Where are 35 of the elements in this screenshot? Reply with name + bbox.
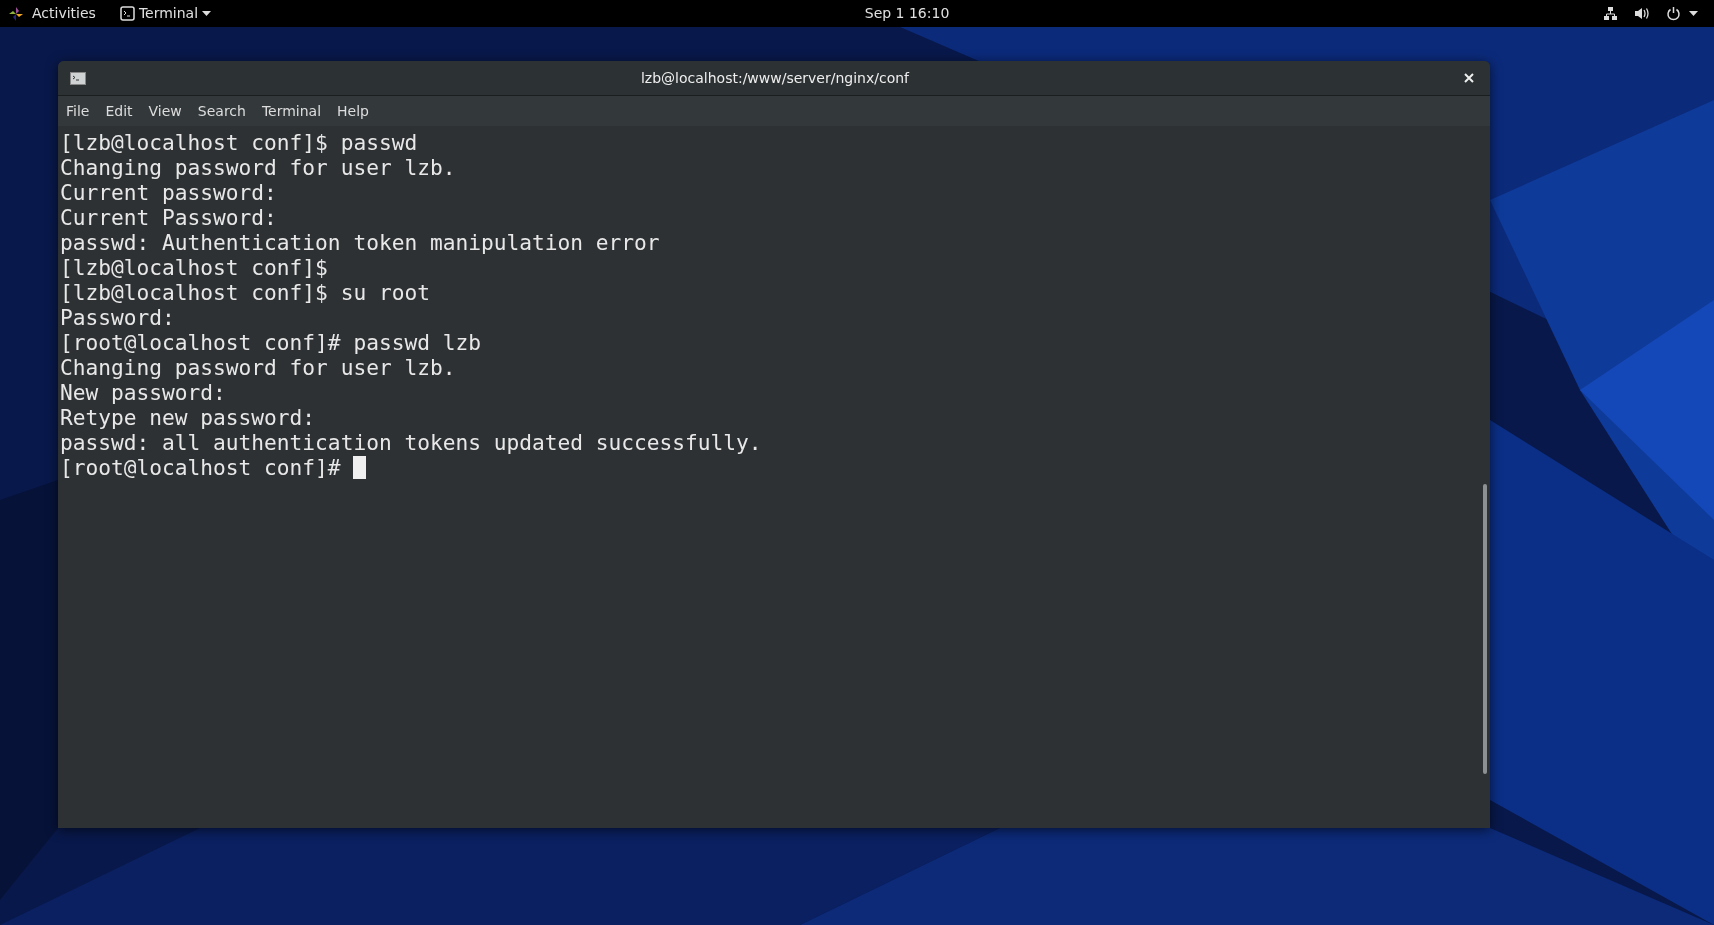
- text-cursor: [353, 456, 367, 479]
- terminal-line: [lzb@localhost conf]$ su root: [60, 280, 430, 305]
- app-menu[interactable]: Terminal: [138, 3, 199, 24]
- menu-item[interactable]: File: [58, 100, 98, 122]
- window-title: lzb@localhost:/www/server/nginx/conf: [640, 69, 910, 86]
- close-icon[interactable]: [1464, 73, 1474, 83]
- terminal-line: [lzb@localhost conf]$ passwd: [60, 130, 418, 155]
- terminal-icon: [70, 71, 86, 85]
- distro-logo-icon[interactable]: [8, 5, 24, 22]
- activities-button[interactable]: Activities: [32, 3, 96, 24]
- terminal-line: passwd: all authentication tokens updated successfully.: [60, 430, 762, 455]
- terminal-line: [root@localhost conf]# passwd lzb: [60, 330, 481, 355]
- terminal-line: [root@localhost conf]#: [60, 455, 342, 480]
- volume-icon[interactable]: [1634, 6, 1650, 21]
- terminal-line: Changing password for user lzb.: [60, 155, 456, 180]
- terminal-line: Retype new password:: [60, 405, 316, 430]
- menu-item[interactable]: Help: [329, 100, 377, 122]
- terminal-line: passwd: Authentication token manipulation error: [60, 230, 660, 255]
- terminal-line: Password:: [60, 305, 175, 330]
- dropdown-caret-icon[interactable]: [1689, 11, 1698, 16]
- network-icon[interactable]: [1603, 6, 1618, 21]
- power-icon[interactable]: [1666, 6, 1681, 21]
- terminal-line: New password:: [60, 380, 226, 405]
- dropdown-caret-icon: [202, 11, 212, 16]
- terminal-line: [lzb@localhost conf]$: [60, 255, 328, 280]
- scrollbar-thumb[interactable]: [1483, 484, 1487, 774]
- clock[interactable]: Sep 1 16:10: [864, 3, 950, 24]
- terminal-line: Changing password for user lzb.: [60, 355, 456, 380]
- terminal-line: Current password:: [60, 180, 277, 205]
- menu-item[interactable]: Edit: [97, 100, 141, 122]
- terminal-line: Current Password:: [60, 205, 277, 230]
- terminal-icon: [119, 6, 135, 21]
- menu-item[interactable]: Terminal: [253, 100, 330, 122]
- menu-item[interactable]: View: [140, 100, 190, 122]
- menu-item[interactable]: Search: [189, 100, 254, 122]
